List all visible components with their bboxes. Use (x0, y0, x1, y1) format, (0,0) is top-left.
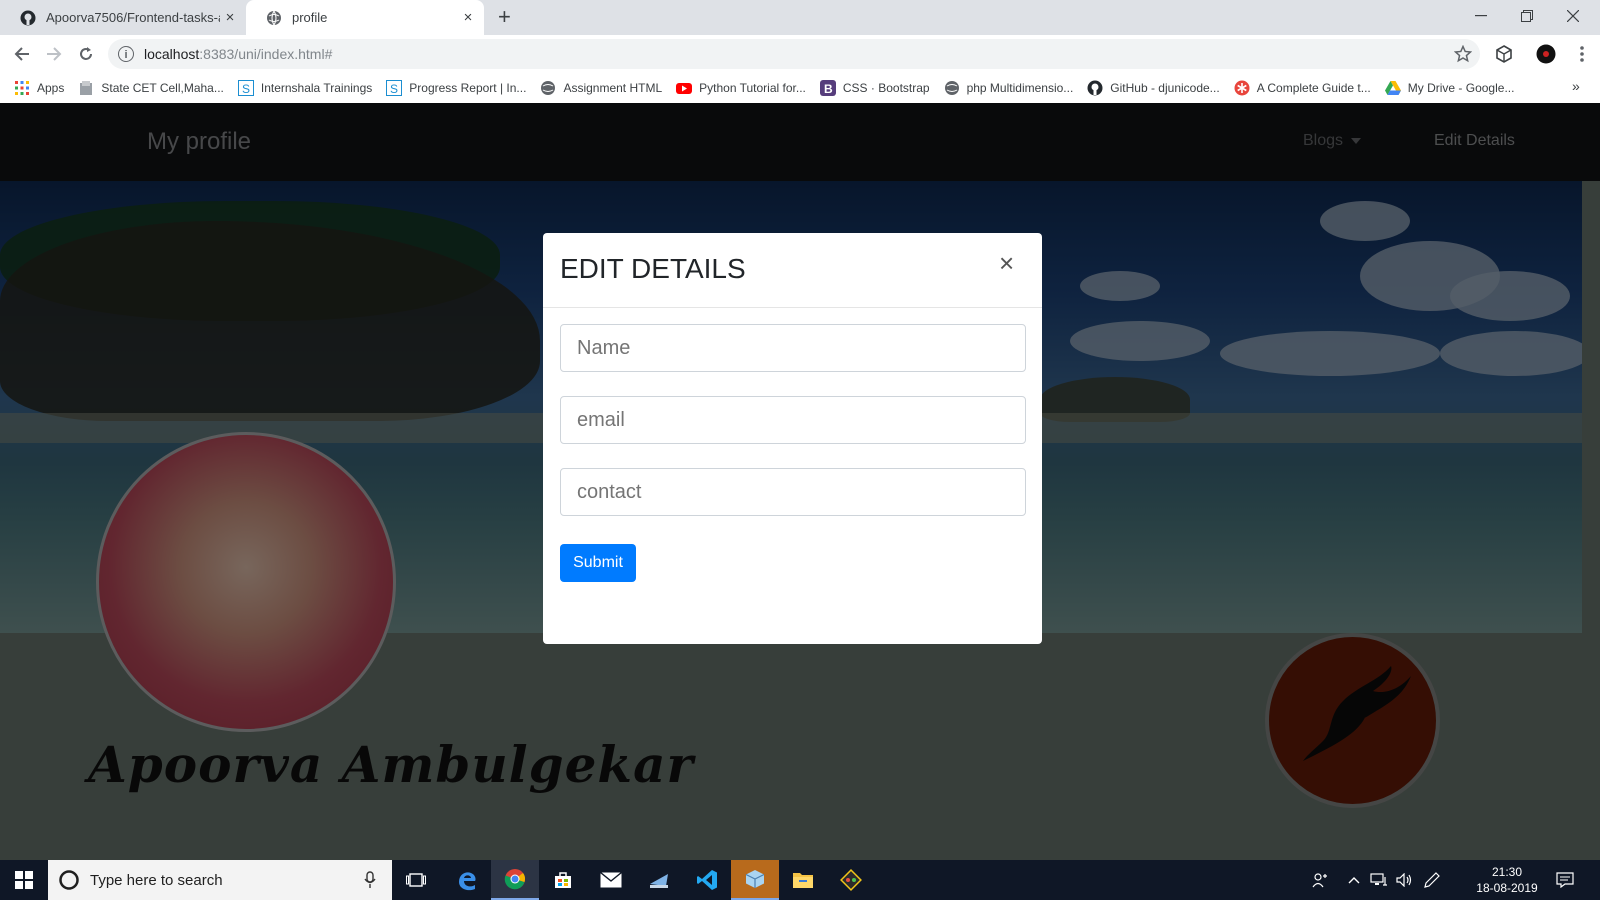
submit-button[interactable]: Submit (560, 544, 636, 582)
modal-divider (543, 307, 1042, 308)
globe-icon (541, 81, 556, 95)
app-cube-icon[interactable] (731, 860, 779, 900)
bookmark-label: Assignment HTML (563, 81, 663, 95)
bookmark-progress-report[interactable]: S Progress Report | In... (386, 80, 526, 96)
page-viewport: My profile Blogs Edit Details Apoorva Am… (0, 103, 1600, 860)
network-icon[interactable] (1370, 860, 1388, 900)
tab-profile[interactable]: profile × (246, 0, 484, 35)
bookmark-css-bootstrap[interactable]: B CSS · Bootstrap (819, 80, 930, 96)
volume-icon[interactable] (1396, 860, 1414, 900)
star-icon[interactable] (1453, 44, 1473, 68)
bookmark-github[interactable]: GitHub - djunicode... (1087, 80, 1220, 96)
email-field[interactable] (560, 396, 1026, 444)
github-icon (1087, 80, 1103, 96)
tab-github[interactable]: Apoorva7506/Frontend-tasks-an × (0, 0, 246, 35)
chevron-up-icon[interactable] (1348, 860, 1360, 900)
vscode-icon[interactable] (683, 860, 731, 900)
profile-avatar-icon[interactable] (1532, 35, 1560, 73)
address-bar[interactable]: i localhost:8383/uni/index.html# (108, 39, 1480, 69)
bookmark-label: A Complete Guide t... (1256, 81, 1371, 95)
name-field[interactable] (560, 324, 1026, 372)
bookmark-label: Python Tutorial for... (699, 81, 806, 95)
bookmark-label: Internshala Trainings (260, 81, 373, 95)
bookmark-complete-guide[interactable]: A Complete Guide t... (1234, 80, 1371, 96)
bookmark-state-cet[interactable]: State CET Cell,Maha... (78, 80, 224, 96)
bookmarks-bar: Apps State CET Cell,Maha... S Internshal… (0, 73, 1600, 104)
document-icon (80, 81, 93, 95)
bookmark-php[interactable]: php Multidimensio... (944, 80, 1074, 96)
bookmark-google-drive[interactable]: My Drive - Google... (1384, 80, 1515, 96)
search-placeholder: Type here to search (90, 871, 223, 889)
pen-icon[interactable] (1424, 860, 1440, 900)
bookmark-assignment-html[interactable]: Assignment HTML (540, 80, 662, 96)
browser-toolbar: i localhost:8383/uni/index.html# (0, 35, 1600, 73)
browser-tab-strip: Apoorva7506/Frontend-tasks-an × profile … (0, 0, 1600, 35)
bootstrap-icon: B (819, 80, 836, 96)
bookmark-python-tutorial[interactable]: Python Tutorial for... (676, 80, 806, 96)
apps-grid-icon (15, 81, 29, 95)
restore-icon[interactable] (1504, 0, 1550, 32)
forward-arrow-icon[interactable] (40, 35, 68, 73)
close-icon[interactable]: × (458, 9, 478, 26)
window-close-icon[interactable] (1550, 0, 1596, 32)
bookmark-label: CSS · Bootstrap (842, 81, 930, 95)
store-icon[interactable] (539, 860, 587, 900)
youtube-icon (676, 83, 693, 94)
tab-title: profile (292, 10, 328, 25)
globe-icon (267, 10, 281, 25)
file-explorer-icon[interactable] (779, 860, 827, 900)
mail-icon[interactable] (587, 860, 635, 900)
task-view-icon[interactable] (392, 860, 440, 900)
minimize-icon[interactable] (1458, 0, 1504, 32)
bookmark-label: Apps (37, 81, 65, 95)
clock-date: 18-08-2019 (1476, 881, 1538, 895)
bookmark-apps[interactable]: Apps (14, 80, 64, 96)
windows-start-icon[interactable] (0, 860, 48, 900)
svg-text:B: B (824, 82, 833, 96)
google-drive-icon (1384, 81, 1401, 95)
new-tab-button[interactable]: + (498, 6, 511, 28)
menu-kebab-icon[interactable] (1568, 35, 1596, 73)
windows-taskbar: Type here to search 21:30 18-08-2019 (0, 860, 1600, 900)
reload-icon[interactable] (72, 35, 100, 73)
back-arrow-icon[interactable] (8, 35, 36, 73)
url-text: localhost:8383/uni/index.html# (144, 46, 333, 62)
cortana-circle-icon (59, 870, 79, 890)
clock-time: 21:30 (1491, 865, 1523, 879)
bookmark-label: State CET Cell,Maha... (101, 81, 224, 95)
globe-icon (944, 81, 959, 95)
microphone-icon[interactable] (364, 871, 376, 889)
info-icon[interactable]: i (118, 46, 134, 62)
chrome-icon[interactable] (491, 860, 539, 900)
bookmark-label: My Drive - Google... (1407, 81, 1515, 95)
internshala-icon: S (386, 80, 403, 96)
bookmark-label: GitHub - djunicode... (1110, 81, 1220, 95)
contact-field[interactable] (560, 468, 1026, 516)
edge-icon[interactable] (443, 860, 491, 900)
github-icon (20, 10, 36, 25)
taskbar-search[interactable]: Type here to search (48, 860, 392, 900)
bookmark-label: php Multidimensio... (966, 81, 1074, 95)
people-icon[interactable] (1312, 860, 1328, 900)
tab-title: Apoorva7506/Frontend-tasks-an (46, 10, 220, 25)
taskbar-clock[interactable]: 21:30 18-08-2019 (1472, 864, 1542, 896)
svg-text:S: S (390, 82, 398, 96)
notifications-icon[interactable] (1556, 860, 1574, 900)
internshala-icon: S (237, 80, 254, 96)
modal-title: EDIT DETAILS (560, 253, 746, 284)
bookmark-label: Progress Report | In... (409, 81, 527, 95)
asterisk-icon (1234, 80, 1250, 96)
bookmark-internshala[interactable]: S Internshala Trainings (237, 80, 373, 96)
svg-text:S: S (242, 82, 250, 96)
extension-cube-icon[interactable] (1490, 35, 1518, 73)
bookmarks-overflow-icon[interactable]: » (1572, 78, 1580, 94)
edit-details-modal: EDIT DETAILS × Submit (543, 233, 1042, 644)
close-icon[interactable]: × (220, 9, 240, 26)
file-transfer-icon[interactable] (635, 860, 683, 900)
close-icon[interactable]: × (999, 250, 1014, 276)
git-icon[interactable] (827, 860, 875, 900)
